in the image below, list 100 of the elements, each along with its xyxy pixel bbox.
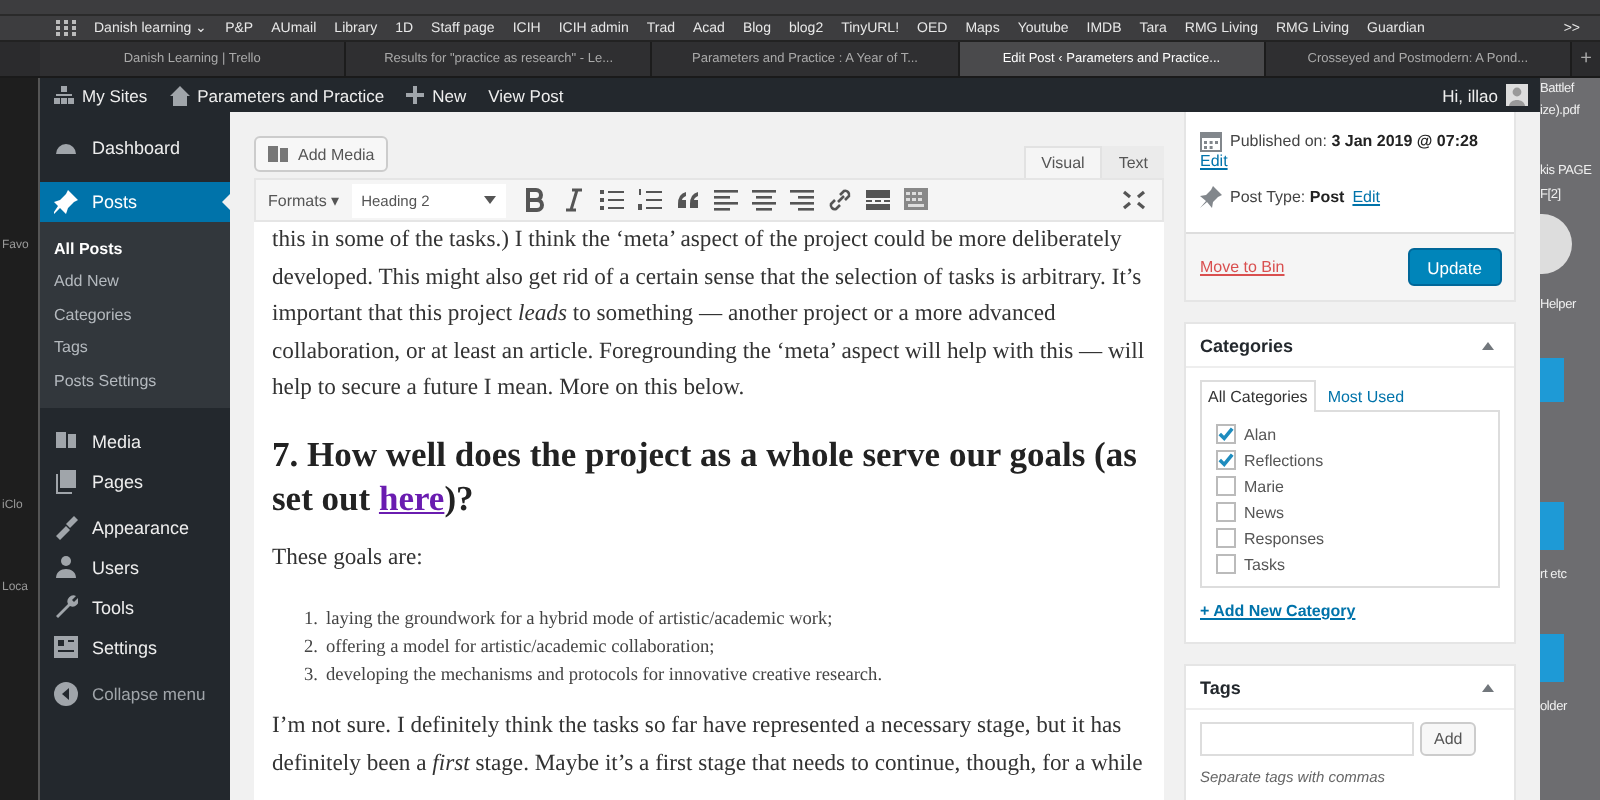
add-media-button[interactable]: Add Media (254, 136, 389, 172)
link-icon (827, 188, 852, 212)
home-icon (169, 85, 190, 105)
paragraph: this in some of the tasks.) I think the ‘meta’ aspect of the project could be more deliberately developed. This might also get rid of a certain sense that the selection of tasks is arbitrary. It’s important that this project leads to something — another project or a more advanced collaboration, or at least an article. Foregrounding the ‘meta’ aspect will help with this — will help to secure a future I mean. More on this below. (272, 224, 1146, 405)
media-icon (268, 144, 290, 164)
bulleted-list-icon (599, 188, 624, 212)
move-to-bin-link[interactable]: Move to Bin (1200, 258, 1285, 276)
formats-menu[interactable]: Formats ▾ (268, 191, 346, 209)
collapse-icon (54, 681, 78, 705)
sidebar-menu-item[interactable]: Settings (40, 627, 230, 667)
sidebar-menu-item[interactable]: Tools (40, 587, 230, 627)
category-label: Alan (1244, 425, 1277, 443)
checkbox[interactable] (1216, 554, 1236, 574)
align-left-icon (713, 188, 738, 212)
fullscreen-icon (1122, 190, 1146, 210)
heading-link[interactable]: here (378, 477, 445, 518)
collapse-menu-button[interactable]: Collapse menu (40, 673, 230, 713)
app-icon (1540, 214, 1572, 274)
panel-title: Tags (1200, 677, 1241, 697)
avatar-icon (1506, 84, 1528, 106)
bulleted-list-button[interactable] (595, 186, 628, 214)
numbered-list-icon (637, 188, 662, 212)
caret-icon (483, 196, 496, 204)
settings-icon (54, 634, 78, 660)
paragraph: These goals are: (272, 541, 425, 574)
paintbrush-icon (54, 514, 78, 540)
quote-icon (675, 188, 700, 212)
edit-date-link[interactable]: Edit (1186, 152, 1514, 170)
align-right-icon (789, 188, 814, 212)
submenu-item[interactable]: All Posts (40, 232, 230, 265)
toolbar-toggle-button[interactable] (899, 186, 932, 214)
submenu-item[interactable]: Add New (40, 265, 230, 298)
read-more-button[interactable] (861, 186, 894, 214)
admin-bar-link[interactable]: My Sites (54, 85, 148, 105)
network-icon (54, 85, 74, 105)
list-number: 3. (302, 663, 318, 690)
pushpin-icon (1200, 186, 1222, 208)
align-center-button[interactable] (747, 186, 780, 214)
list-number: 2. (302, 635, 318, 662)
category-label: Marie (1244, 477, 1285, 495)
grid-icon (56, 20, 76, 36)
new-tab-button[interactable]: + (1572, 42, 1600, 76)
category-label: Responses (1244, 529, 1325, 547)
account-link[interactable]: Hi, illao (1442, 84, 1528, 106)
numbered-list-button[interactable] (633, 186, 666, 214)
pushpin-icon (54, 189, 78, 215)
admin-bar-link[interactable]: Parameters and Practice (169, 85, 385, 105)
sidebar-menu-item[interactable]: Dashboard (40, 128, 230, 168)
category-label: Tasks (1244, 555, 1285, 573)
align-right-button[interactable] (785, 186, 818, 214)
calendar-icon (1200, 130, 1222, 152)
add-new-category-link[interactable]: + Add New Category (1200, 602, 1356, 620)
align-left-button[interactable] (709, 186, 742, 214)
editor-mode-tab[interactable]: Visual (1023, 146, 1103, 178)
wrench-icon (54, 594, 78, 620)
italic-icon (561, 188, 586, 212)
paragraph: I’m not sure. I definitely think the tasks so far have represented a necessary stage, but it has definitely been a first stage. Maybe it’s a first stage that needs to continue, though, for a while (272, 710, 1145, 780)
submenu-item[interactable]: Categories (40, 298, 230, 331)
category-label: News (1244, 503, 1285, 521)
checkbox[interactable] (1216, 424, 1236, 444)
list-item: developing the mechanisms and protocols for innovative creative research. (326, 663, 883, 690)
toolbar-toggle-icon (903, 188, 928, 212)
publish-date: Published on: 3 Jan 2019 @ 07:28 (1230, 132, 1478, 150)
submenu-item[interactable]: Tags (40, 331, 230, 364)
sidebar-menu-item[interactable]: Posts (40, 182, 230, 222)
media-icon (54, 428, 78, 454)
admin-bar-link[interactable]: View Post (488, 85, 564, 105)
sidebar-menu-item[interactable]: Appearance (40, 507, 230, 547)
pages-icon (54, 468, 78, 494)
update-button[interactable]: Update (1407, 248, 1502, 286)
heading: 7. How well does the project as a whole serve our goals (as set out here)? (272, 431, 1139, 520)
plus-icon (406, 86, 425, 104)
post-type: Post Type: Post (1230, 188, 1345, 206)
sidebar-menu-item[interactable]: Pages (40, 461, 230, 501)
user-icon (54, 554, 78, 580)
checkbox[interactable] (1216, 502, 1236, 522)
add-tag-button[interactable]: Add (1420, 722, 1477, 756)
align-center-icon (751, 188, 776, 212)
list-number: 1. (302, 607, 318, 634)
sidebar-menu-item[interactable]: Users (40, 547, 230, 587)
submenu-item[interactable]: Posts Settings (40, 364, 230, 397)
tag-input-field[interactable] (1200, 722, 1414, 756)
checkbox[interactable] (1216, 528, 1236, 548)
fullscreen-button[interactable] (1118, 188, 1150, 212)
admin-bar-link[interactable]: New (406, 85, 467, 105)
read-more-icon (865, 188, 890, 212)
bold-icon (523, 188, 548, 212)
list-item: laying the groundwork for a hybrid mode of artistic/academic work; (326, 607, 833, 634)
category-tab[interactable]: All Categories (1200, 380, 1316, 412)
checkbox[interactable] (1216, 450, 1236, 470)
collapse-arrow-icon (1482, 683, 1494, 691)
editor-mode-tab[interactable]: Text (1102, 146, 1164, 178)
folder-icon (1540, 502, 1564, 550)
panel-title: Categories (1200, 335, 1294, 355)
edit-post-type-link[interactable]: Edit (1352, 188, 1381, 206)
sidebar-menu-item[interactable]: Media (40, 421, 230, 461)
list-item: offering a model for artistic/academic collaboration; (326, 635, 715, 662)
collapse-arrow-icon (1482, 341, 1494, 349)
checkbox[interactable] (1216, 476, 1236, 496)
category-tab[interactable]: Most Used (1319, 380, 1413, 412)
